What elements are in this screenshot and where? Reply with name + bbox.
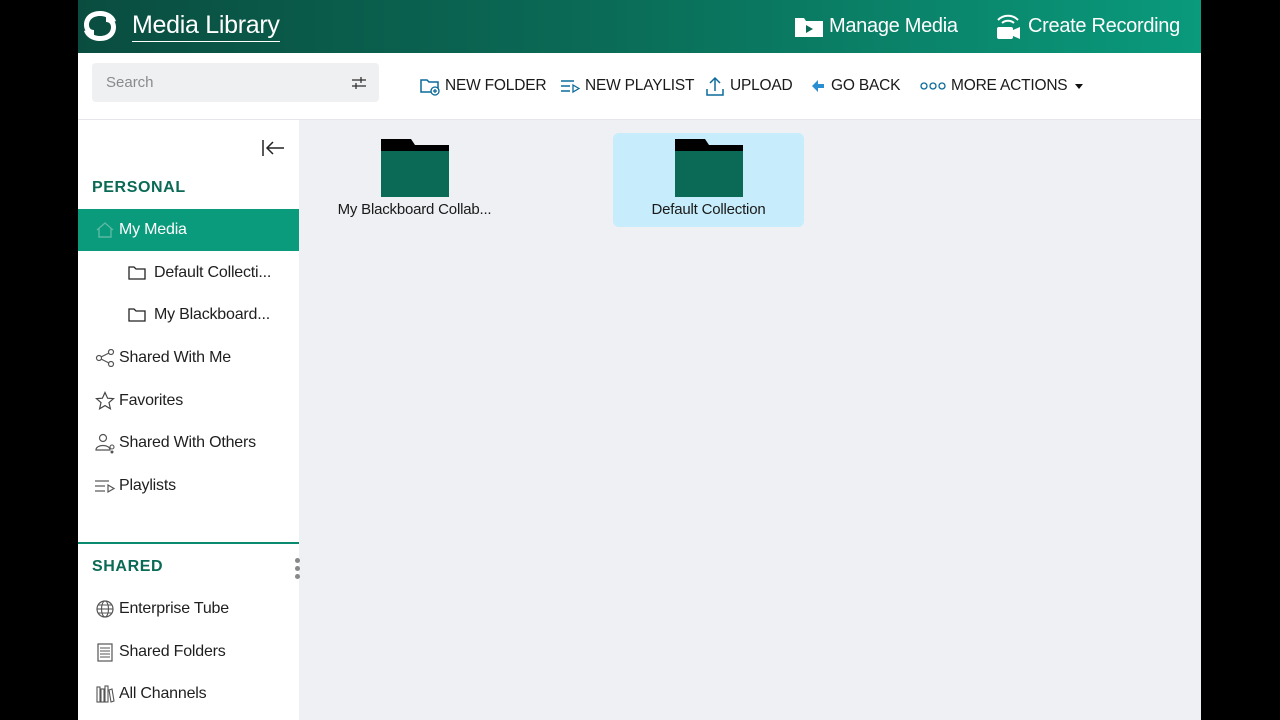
sidebar-item-label: All Channels bbox=[119, 685, 207, 702]
folder-label: Default Collection bbox=[651, 201, 766, 218]
sidebar-item-label: Shared Folders bbox=[119, 643, 226, 660]
create-recording-label: Create Recording bbox=[1028, 14, 1180, 37]
arrow-left-icon bbox=[812, 80, 824, 92]
folder-tile[interactable]: Default Collection bbox=[613, 133, 804, 227]
folder-icon bbox=[128, 307, 146, 323]
sidebar-item-my-blackboard[interactable]: My Blackboard... bbox=[78, 294, 299, 336]
folder-label: My Blackboard Collab... bbox=[337, 201, 492, 218]
globe-icon bbox=[92, 599, 118, 619]
upload-button[interactable]: UPLOAD bbox=[705, 75, 793, 97]
sidebar-item-shared-with-me[interactable]: Shared With Me bbox=[78, 337, 299, 379]
manage-media-link[interactable]: Manage Media bbox=[793, 10, 958, 42]
sidebar-item-all-channels[interactable]: All Channels bbox=[78, 673, 299, 715]
new-playlist-label: NEW PLAYLIST bbox=[585, 77, 695, 94]
search-input[interactable] bbox=[92, 63, 342, 102]
folder-icon bbox=[381, 139, 449, 197]
user-share-icon bbox=[92, 432, 118, 454]
new-folder-label: NEW FOLDER bbox=[445, 77, 547, 94]
go-back-button[interactable]: GO BACK bbox=[810, 75, 900, 97]
go-back-label: GO BACK bbox=[831, 77, 901, 94]
sidebar-item-label: My Blackboard... bbox=[154, 306, 270, 323]
more-actions-button[interactable]: MORE ACTIONS bbox=[920, 75, 1091, 97]
shared-folder-icon bbox=[92, 642, 118, 662]
sidebar: PERSONAL My Media Default Collecti... My… bbox=[78, 120, 300, 720]
app-logo-icon bbox=[84, 11, 116, 41]
sidebar-item-label: My Media bbox=[119, 221, 187, 238]
channels-icon bbox=[92, 684, 118, 704]
new-playlist-button[interactable]: NEW PLAYLIST bbox=[560, 75, 694, 97]
share-icon bbox=[92, 349, 118, 367]
sidebar-item-shared-with-others[interactable]: Shared With Others bbox=[78, 422, 299, 464]
media-grid: My Blackboard Collab... Default Collecti… bbox=[299, 120, 1201, 720]
more-dots-icon bbox=[920, 82, 946, 90]
folder-icon bbox=[675, 139, 743, 197]
brand[interactable]: Media Library bbox=[80, 8, 280, 44]
star-icon bbox=[92, 391, 118, 411]
search-box bbox=[92, 63, 379, 102]
filter-icon[interactable] bbox=[351, 75, 367, 91]
media-library-app: Media Library Manage Media Create Record… bbox=[78, 0, 1201, 720]
personal-section-title: PERSONAL bbox=[92, 179, 186, 196]
sidebar-item-label: Default Collecti... bbox=[154, 264, 272, 281]
playlist-icon bbox=[92, 478, 118, 494]
new-playlist-icon bbox=[561, 80, 580, 94]
recording-icon bbox=[997, 14, 1020, 39]
upload-icon bbox=[706, 76, 724, 96]
app-header: Media Library Manage Media Create Record… bbox=[78, 0, 1201, 53]
create-recording-link[interactable]: Create Recording bbox=[992, 10, 1180, 42]
sidebar-item-playlists[interactable]: Playlists bbox=[78, 465, 299, 507]
sidebar-item-favorites[interactable]: Favorites bbox=[78, 380, 299, 422]
sidebar-item-label: Favorites bbox=[119, 392, 183, 409]
home-icon bbox=[92, 221, 118, 239]
caret-down-icon bbox=[1075, 84, 1084, 89]
sidebar-item-label: Enterprise Tube bbox=[119, 600, 229, 617]
more-actions-label: MORE ACTIONS bbox=[951, 77, 1068, 94]
collapse-sidebar-icon[interactable] bbox=[261, 138, 285, 158]
sidebar-item-label: Playlists bbox=[119, 477, 176, 494]
new-folder-icon bbox=[420, 79, 440, 96]
sidebar-item-shared-folders[interactable]: Shared Folders bbox=[78, 631, 299, 673]
sidebar-item-enterprise-tube[interactable]: Enterprise Tube bbox=[78, 588, 299, 630]
new-folder-button[interactable]: NEW FOLDER bbox=[420, 75, 547, 97]
toolbar: NEW FOLDER NEW PLAYLIST UPLOAD GO BACK bbox=[78, 53, 1201, 120]
upload-label: UPLOAD bbox=[730, 77, 793, 94]
sidebar-item-label: Shared With Others bbox=[119, 434, 256, 451]
manage-media-label: Manage Media bbox=[829, 14, 958, 37]
app-title: Media Library bbox=[132, 11, 280, 42]
shared-section-title: SHARED bbox=[92, 558, 164, 575]
sidebar-item-default-collection[interactable]: Default Collecti... bbox=[78, 252, 299, 294]
folder-icon bbox=[128, 265, 146, 281]
sidebar-item-label: Shared With Me bbox=[119, 349, 231, 366]
folder-tile[interactable]: My Blackboard Collab... bbox=[319, 133, 510, 227]
section-divider bbox=[78, 542, 299, 544]
media-folder-icon bbox=[795, 18, 823, 37]
sidebar-item-my-media[interactable]: My Media bbox=[78, 209, 299, 251]
